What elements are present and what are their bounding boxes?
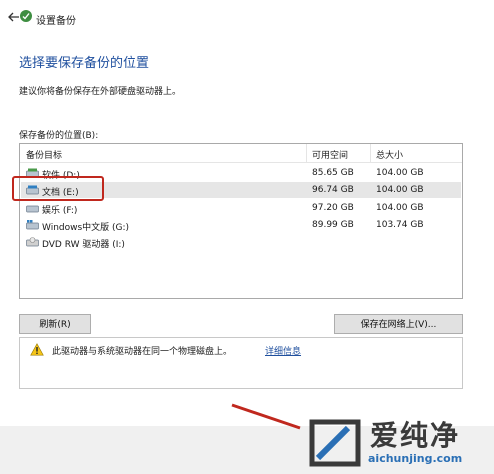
free-space: 89.99 GB (312, 220, 354, 230)
backup-location-list[interactable]: 备份目标 可用空间 总大小 软件 (D:) 85.65 GB 104.00 GB… (19, 143, 463, 299)
list-header: 备份目标 可用空间 总大小 (20, 144, 462, 163)
drive-name: Windows中文版 (G:) (42, 223, 130, 233)
free-space: 96.74 GB (312, 185, 354, 195)
table-row[interactable]: DVD RW 驱动器 (I:) (21, 234, 461, 250)
backup-app-icon (20, 10, 32, 22)
warning-icon (30, 343, 44, 356)
page-title: 选择要保存备份的位置 (19, 56, 150, 71)
column-header-total-size[interactable]: 总大小 (376, 148, 403, 161)
window-title: 设置备份 (36, 16, 76, 27)
total-size: 103.74 GB (376, 220, 424, 230)
watermark: 爱纯净 aichunjing.com (300, 412, 494, 474)
selection-highlight-annotation (12, 176, 104, 201)
column-divider[interactable] (370, 144, 371, 162)
free-space: 97.20 GB (312, 203, 354, 213)
info-panel: 此驱动器与系统驱动器在同一个物理磁盘上。 详细信息 (19, 337, 463, 389)
hard-drive-icon (26, 205, 39, 213)
drive-name: 娱乐 (F:) (42, 206, 78, 216)
watermark-name: 爱纯净 (370, 419, 461, 452)
warning-message: 此驱动器与系统驱动器在同一个物理磁盘上。 (52, 347, 233, 357)
page-description: 建议你将备份保存在外部硬盘驱动器上。 (19, 87, 182, 97)
total-size: 104.00 GB (376, 203, 424, 213)
windows-drive-icon (26, 220, 39, 230)
table-row[interactable]: 娱乐 (F:) 97.20 GB 104.00 GB (21, 200, 461, 216)
save-on-network-button[interactable]: 保存在网络上(V)... (334, 314, 463, 334)
drive-name: DVD RW 驱动器 (I:) (42, 240, 125, 250)
title-bar: 设置备份 (0, 0, 494, 34)
dvd-drive-icon (26, 237, 39, 247)
table-row[interactable]: Windows中文版 (G:) 89.99 GB 103.74 GB (21, 217, 461, 233)
free-space: 85.65 GB (312, 168, 354, 178)
watermark-logo-icon (309, 419, 361, 467)
refresh-button[interactable]: 刷新(R) (19, 314, 91, 334)
column-divider[interactable] (306, 144, 307, 162)
location-list-label: 保存备份的位置(B): (19, 131, 99, 141)
watermark-url: aichunjing.com (368, 452, 463, 465)
total-size: 104.00 GB (376, 168, 424, 178)
column-header-target[interactable]: 备份目标 (26, 148, 62, 161)
details-link[interactable]: 详细信息 (265, 344, 301, 357)
total-size: 104.00 GB (376, 185, 424, 195)
column-header-free-space[interactable]: 可用空间 (312, 148, 348, 161)
